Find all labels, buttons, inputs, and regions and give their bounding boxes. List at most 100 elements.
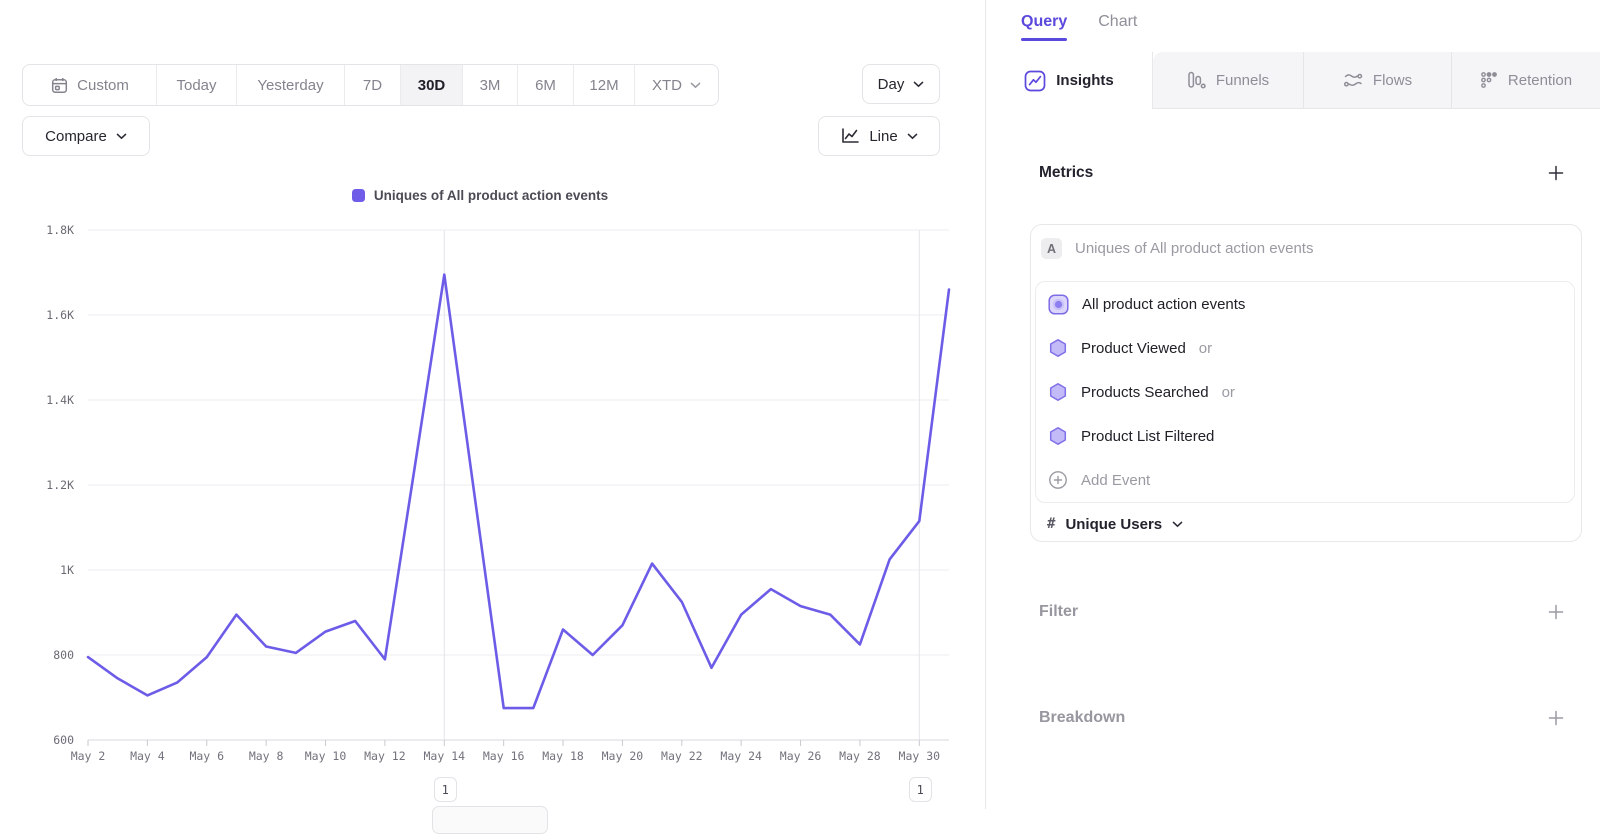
add-circle-icon <box>1048 470 1068 490</box>
range-3m[interactable]: 3M <box>462 65 517 105</box>
range-xtd[interactable]: XTD <box>634 65 718 105</box>
filter-heading: Filter <box>1039 603 1078 621</box>
flows-icon <box>1343 71 1363 89</box>
x-axis-tick-label: May 4 <box>130 749 165 763</box>
event-row-products-searched[interactable]: Products Searched or <box>1036 370 1574 414</box>
x-axis-tick-label: May 6 <box>189 749 224 763</box>
metric-card: A Uniques of All product action events A… <box>1030 224 1582 542</box>
query-panel: Query Chart Insights Funnels <box>985 0 1600 809</box>
y-axis-tick-label: 1.4K <box>46 393 74 407</box>
chart-type-label: Line <box>869 128 897 145</box>
trend-line[interactable] <box>88 275 949 708</box>
chevron-down-icon <box>1172 521 1183 528</box>
x-axis-tick-label: May 28 <box>839 749 881 763</box>
aggregation-label: Unique Users <box>1065 516 1162 533</box>
event-label: Product List Filtered <box>1081 428 1214 445</box>
x-axis-tick-label: May 30 <box>899 749 941 763</box>
y-axis-tick-label: 600 <box>53 733 74 747</box>
range-7d[interactable]: 7D <box>344 65 400 105</box>
tab-insights[interactable]: Insights <box>986 52 1153 109</box>
chevron-down-icon <box>690 82 701 89</box>
range-label: XTD <box>652 77 682 94</box>
x-axis-tick-label: May 8 <box>249 749 284 763</box>
tab-label: Retention <box>1508 72 1572 89</box>
metric-group-row[interactable]: A Uniques of All product action events <box>1041 238 1571 259</box>
event-suffix: or <box>1199 340 1212 357</box>
number-icon: # <box>1047 516 1055 532</box>
x-axis-tick-label: May 26 <box>780 749 822 763</box>
hexagon-event-icon <box>1048 382 1068 402</box>
event-label: All product action events <box>1082 296 1245 313</box>
event-row-product-viewed[interactable]: Product Viewed or <box>1036 326 1574 370</box>
granularity-dropdown[interactable]: Day <box>862 64 940 104</box>
hexagon-event-icon <box>1048 426 1068 446</box>
y-axis-tick-label: 800 <box>53 648 74 662</box>
metric-letter-badge: A <box>1041 238 1062 259</box>
range-label: 6M <box>535 77 556 94</box>
event-list: All product action events Product Viewed… <box>1035 281 1575 503</box>
range-label: Custom <box>77 77 129 94</box>
hexagon-event-icon <box>1048 338 1068 358</box>
tab-query[interactable]: Query <box>1021 13 1067 41</box>
x-axis-tick-label: May 10 <box>305 749 347 763</box>
legend-label: Uniques of All product action events <box>374 188 608 203</box>
scroll-pill <box>432 806 548 834</box>
range-label: 30D <box>418 77 446 94</box>
x-axis-tick-label: May 14 <box>424 749 466 763</box>
line-chart-icon <box>840 127 860 145</box>
date-range-selector: Custom Today Yesterday 7D 30D 3M 6M 12M … <box>22 64 719 106</box>
tab-label: Flows <box>1373 72 1412 89</box>
funnels-icon <box>1187 71 1206 89</box>
view-tabs: Query Chart <box>1021 13 1137 41</box>
x-axis-tick-label: May 24 <box>720 749 762 763</box>
range-label: Today <box>176 77 216 94</box>
range-6m[interactable]: 6M <box>517 65 573 105</box>
y-axis-tick-label: 1.8K <box>46 223 74 237</box>
event-group-icon <box>1048 294 1069 315</box>
insights-icon <box>1024 70 1046 92</box>
chevron-down-icon <box>913 81 924 88</box>
breakdown-heading: Breakdown <box>1039 709 1125 727</box>
event-suffix: or <box>1222 384 1235 401</box>
add-event-label: Add Event <box>1081 472 1150 489</box>
range-12m[interactable]: 12M <box>573 65 634 105</box>
metrics-header: Metrics <box>1039 160 1564 186</box>
x-axis-tick-label: May 2 <box>71 749 106 763</box>
chart-legend: Uniques of All product action events <box>0 188 960 203</box>
tab-retention[interactable]: Retention <box>1451 52 1600 109</box>
event-label: Products Searched <box>1081 384 1209 401</box>
tab-chart[interactable]: Chart <box>1098 13 1137 41</box>
range-today[interactable]: Today <box>156 65 236 105</box>
range-label: Yesterday <box>257 77 323 94</box>
range-custom[interactable]: Custom <box>23 65 156 105</box>
retention-icon <box>1480 71 1498 89</box>
add-breakdown-icon[interactable] <box>1548 710 1564 726</box>
add-metric-icon[interactable] <box>1548 165 1564 181</box>
x-axis-tick-label: May 22 <box>661 749 703 763</box>
breakdown-section: Breakdown <box>1039 704 1564 732</box>
range-label: 3M <box>480 77 501 94</box>
tab-underline <box>1098 38 1137 41</box>
aggregation-dropdown[interactable]: # Unique Users <box>1036 504 1575 544</box>
chevron-down-icon <box>907 133 918 140</box>
annotation-marker[interactable]: 1 <box>909 777 932 802</box>
chart-type-dropdown[interactable]: Line <box>818 116 940 156</box>
range-label: 7D <box>363 77 382 94</box>
tab-funnels[interactable]: Funnels <box>1153 52 1303 109</box>
annotation-marker[interactable]: 1 <box>434 777 457 802</box>
compare-dropdown[interactable]: Compare <box>22 116 150 156</box>
metrics-heading: Metrics <box>1039 164 1093 182</box>
event-row-all-product-action-events[interactable]: All product action events <box>1036 282 1574 326</box>
tab-label: Query <box>1021 13 1067 30</box>
add-event-button[interactable]: Add Event <box>1036 458 1574 502</box>
add-filter-icon[interactable] <box>1548 604 1564 620</box>
event-row-product-list-filtered[interactable]: Product List Filtered <box>1036 414 1574 458</box>
range-label: 12M <box>589 77 618 94</box>
range-30d-selected[interactable]: 30D <box>400 65 462 105</box>
compare-label: Compare <box>45 128 107 145</box>
y-axis-tick-label: 1.6K <box>46 308 74 322</box>
calendar-icon <box>50 76 69 95</box>
range-yesterday[interactable]: Yesterday <box>236 65 344 105</box>
legend-swatch <box>352 189 365 202</box>
tab-flows[interactable]: Flows <box>1303 52 1451 109</box>
